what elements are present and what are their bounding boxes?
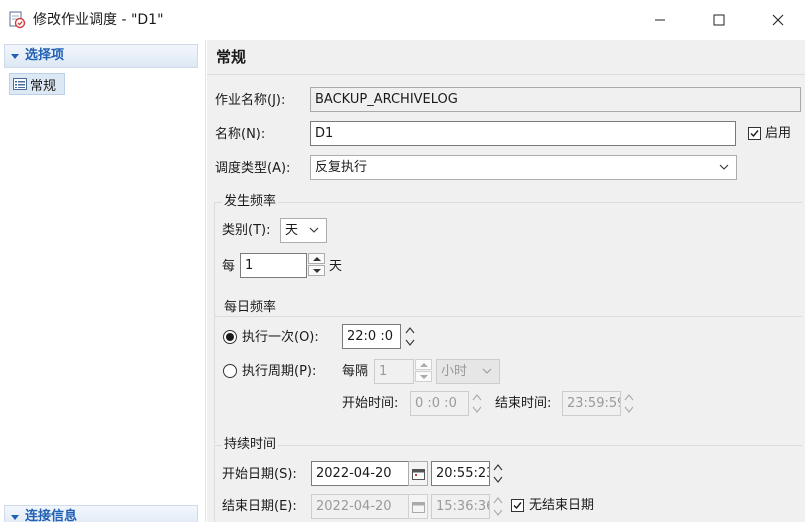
schedule-type-label: 调度类型(A): xyxy=(215,161,291,176)
start-date-calendar-button[interactable] xyxy=(408,461,428,486)
connection-section-header[interactable]: 连接信息 xyxy=(4,505,198,522)
enabled-label: 启用 xyxy=(765,126,792,141)
interval-unit-select[interactable]: 小时 xyxy=(436,359,500,384)
time-spinner-icon[interactable] xyxy=(623,392,635,416)
collapse-triangle-icon xyxy=(11,54,19,59)
start-date-field[interactable]: 2022-04-20 xyxy=(311,461,409,486)
chevron-down-icon xyxy=(482,368,492,374)
schedule-type-value: 反复执行 xyxy=(315,160,368,175)
connection-header-label: 连接信息 xyxy=(25,509,78,522)
time-spinner-icon[interactable] xyxy=(492,495,504,519)
sidebar-item-label: 常规 xyxy=(30,78,57,94)
end-date-field[interactable]: 2022-04-20 xyxy=(311,494,409,519)
check-icon xyxy=(513,502,522,510)
once-radio[interactable] xyxy=(223,330,237,344)
selection-header-label: 选择项 xyxy=(25,48,65,63)
frequency-type-value: 天 xyxy=(285,223,299,238)
start-time-value-field[interactable]: 20:55:23 xyxy=(431,461,490,486)
close-button[interactable] xyxy=(749,0,805,40)
sidebar-item-general[interactable]: 常规 xyxy=(9,73,65,95)
start-date-label: 开始日期(S): xyxy=(222,467,297,482)
calendar-icon xyxy=(411,501,425,513)
spin-down-button[interactable] xyxy=(308,265,325,276)
frequency-group-title: 发生频率 xyxy=(222,194,279,210)
navigation-pane: 选择项 常规 连接信息 xyxy=(0,40,206,522)
schedule-type-select[interactable]: 反复执行 xyxy=(310,155,737,180)
job-name-field[interactable]: BACKUP_ARCHIVELOG xyxy=(310,87,801,112)
start-time-label: 开始时间: xyxy=(342,396,399,411)
end-time-label: 结束时间: xyxy=(495,396,552,411)
check-icon xyxy=(750,130,759,138)
app-icon xyxy=(8,11,26,29)
no-end-date-checkbox[interactable] xyxy=(511,499,524,512)
end-date-label: 结束日期(E): xyxy=(222,499,297,514)
once-time-field[interactable]: 22:0 :0 xyxy=(342,324,401,349)
arrow-down-icon xyxy=(420,375,428,379)
spin-down-button[interactable] xyxy=(415,371,432,382)
name-field[interactable]: D1 xyxy=(310,121,736,146)
periodic-label: 执行周期(P): xyxy=(242,364,317,379)
selection-section-header[interactable]: 选择项 xyxy=(4,44,198,68)
frequency-type-select[interactable]: 天 xyxy=(280,218,327,243)
collapse-triangle-icon xyxy=(11,515,19,520)
duration-group-title: 持续时间 xyxy=(222,437,279,453)
arrow-down-icon xyxy=(313,269,321,273)
no-end-date-label: 无结束日期 xyxy=(529,498,595,513)
end-time-value-field[interactable]: 15:36:36 xyxy=(431,494,490,519)
close-icon xyxy=(772,14,784,26)
arrow-up-icon xyxy=(313,257,321,261)
every-unit-label: 天 xyxy=(329,259,343,274)
end-time-field[interactable]: 23:59:59 xyxy=(562,391,621,416)
time-spinner-icon[interactable] xyxy=(492,462,504,486)
spin-up-button[interactable] xyxy=(308,253,325,264)
chevron-down-icon xyxy=(309,227,319,233)
once-label: 执行一次(O): xyxy=(242,330,319,345)
minimize-icon xyxy=(655,19,665,21)
name-label: 名称(N): xyxy=(215,127,266,142)
title-bar: 修改作业调度 - "D1" xyxy=(0,0,805,40)
window-title: 修改作业调度 - "D1" xyxy=(33,12,164,28)
maximize-icon xyxy=(713,14,725,26)
title-divider xyxy=(207,74,805,75)
periodic-radio[interactable] xyxy=(223,364,237,378)
arrow-up-icon xyxy=(420,363,428,367)
job-name-label: 作业名称(J): xyxy=(215,93,286,108)
time-spinner-icon[interactable] xyxy=(471,392,483,416)
time-spinner-icon[interactable] xyxy=(404,325,416,349)
duration-group xyxy=(214,445,802,522)
daily-group-title: 每日频率 xyxy=(222,300,279,316)
every-label: 每 xyxy=(222,259,236,274)
interval-unit-value: 小时 xyxy=(441,364,468,379)
spin-up-button[interactable] xyxy=(415,359,432,370)
maximize-button[interactable] xyxy=(690,0,748,40)
every-value-field[interactable]: 1 xyxy=(240,253,307,278)
enabled-checkbox[interactable] xyxy=(748,127,761,140)
end-date-calendar-button[interactable] xyxy=(408,494,428,519)
interval-value-field[interactable]: 1 xyxy=(374,359,414,384)
page-title: 常规 xyxy=(216,48,247,66)
interval-label: 每隔 xyxy=(342,364,369,379)
list-icon xyxy=(13,78,27,90)
content-pane: 常规 作业名称(J): BACKUP_ARCHIVELOG 名称(N): D1 … xyxy=(207,40,805,522)
minimize-button[interactable] xyxy=(631,0,689,40)
chevron-down-icon xyxy=(719,164,729,170)
frequency-type-label: 类别(T): xyxy=(222,223,271,238)
start-time-field[interactable]: 0 :0 :0 xyxy=(410,391,469,416)
calendar-icon xyxy=(411,468,425,480)
